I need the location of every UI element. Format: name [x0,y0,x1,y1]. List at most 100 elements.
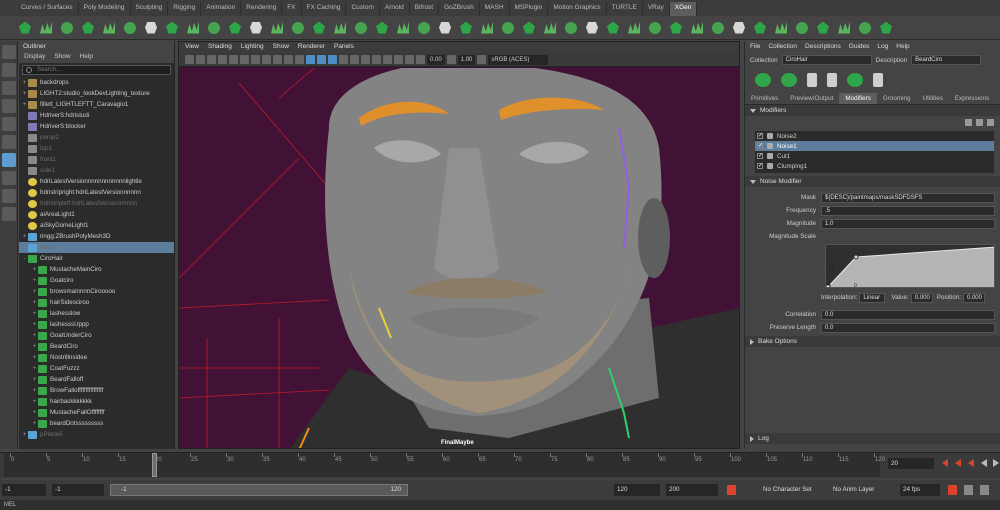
expand-toggle-icon[interactable]: + [31,300,38,306]
current-frame-field[interactable]: 20 [888,458,934,469]
shelf-tab-motion-graphics[interactable]: Motion Graphics [548,2,607,16]
shelf-tab-curves-surfaces[interactable]: Curves / Surfaces [16,2,79,16]
xgen-shelf-tool-icon[interactable] [37,19,55,37]
create-description-icon[interactable] [755,73,771,87]
xgen-shelf-tool-icon[interactable] [688,19,706,37]
outliner-item[interactable]: + hairSidesciroo [19,297,174,308]
bookmark-icon[interactable] [196,55,205,64]
xgen-shelf-tool-icon[interactable] [352,19,370,37]
outliner-item[interactable]: + beardDotsssssssss [19,418,174,429]
shelf-tab-turtle[interactable]: TURTLE [607,2,643,16]
expand-toggle-icon[interactable]: + [31,388,38,394]
xgen-shelf-tool-icon[interactable] [877,19,895,37]
anim-layer-dropdown[interactable]: No Anim Layer [830,484,894,496]
xgen-shelf-tool-icon[interactable] [163,19,181,37]
expand-toggle-icon[interactable]: + [31,344,38,350]
xgen-shelf-tool-icon[interactable] [835,19,853,37]
expand-toggle-icon[interactable]: + [31,355,38,361]
xgen-shelf-tool-icon[interactable] [436,19,454,37]
xgen-shelf-tool-icon[interactable] [247,19,265,37]
outliner-item[interactable]: front1 [19,154,174,165]
play-backwards-icon[interactable] [981,459,987,467]
xgen-shelf-tool-icon[interactable] [205,19,223,37]
expand-toggle-icon[interactable]: + [31,311,38,317]
xgen-shelf-tool-icon[interactable] [58,19,76,37]
colorspace-dropdown[interactable]: sRGB (ACES) [488,54,549,65]
outliner-item[interactable]: + lashesssUppp [19,319,174,330]
modifier-checkbox[interactable]: ✓ [757,143,763,149]
outliner-item[interactable]: + BeardFalloff [19,374,174,385]
move-tool-icon[interactable] [2,99,16,113]
xgen-shelf-tool-icon[interactable] [310,19,328,37]
shadows-icon[interactable] [339,55,348,64]
outliner-item[interactable]: hdriLatestVersionnnnnnnnnnnnlightle [19,176,174,187]
noise-modifier-header[interactable]: Noise Modifier [745,176,1000,187]
outliner-item[interactable]: side1 [19,165,174,176]
xgen-shelf-tool-icon[interactable] [646,19,664,37]
xgen-shelf-tool-icon[interactable] [541,19,559,37]
range-slider-bar[interactable]: -1 120 [110,484,408,496]
play-forwards-icon[interactable] [993,459,999,467]
current-time-marker[interactable] [152,453,158,477]
xgen-shelf-tool-icon[interactable] [520,19,538,37]
outliner-item[interactable]: + MustacheFallOffffffff [19,407,174,418]
preferences-icon[interactable] [980,485,989,495]
outliner-item[interactable]: head [19,242,174,253]
outliner-item[interactable]: - CiroHair [19,253,174,264]
magnitude-field[interactable]: 1.0 [821,218,995,229]
auto-key-icon[interactable] [727,485,736,495]
outliner-item[interactable]: aiAreaLight1 [19,209,174,220]
outliner-item[interactable]: + browsmainnnnCirooooo [19,286,174,297]
outliner-item[interactable]: + lashesslow [19,308,174,319]
lasso-tool-icon[interactable] [2,63,16,77]
move-up-icon[interactable] [976,118,983,126]
layout-outliner-icon[interactable] [2,207,16,221]
xgen-shelf-tool-icon[interactable] [142,19,160,37]
modifier-checkbox[interactable]: ✓ [757,163,763,169]
shelf-tab-bifrost[interactable]: Bifrost [410,2,440,16]
outliner-item[interactable]: + Goatciro [19,275,174,286]
step-back-key-icon[interactable] [955,459,961,467]
gate-mask-icon[interactable] [251,55,260,64]
outliner-item[interactable]: aiSkyDomeLight1 [19,220,174,231]
modifiers-section-header[interactable]: Modifiers [745,105,1000,116]
outliner-item[interactable]: top1 [19,143,174,154]
xgen-shelf-tool-icon[interactable] [16,19,34,37]
outliner-search-input[interactable]: Search... [22,65,171,75]
preserve-length-field[interactable]: 0.0 [821,322,995,333]
sound-icon[interactable] [964,485,973,495]
expand-toggle-icon[interactable]: + [31,377,38,383]
scale-tool-icon[interactable] [2,135,16,149]
shelf-tab-fx-caching[interactable]: FX Caching [302,2,347,16]
xgen-menu-descriptions[interactable]: Descriptions [805,43,841,51]
outliner-item[interactable]: + BeardCiro [19,341,174,352]
shelf-tab-sculpting[interactable]: Sculpting [131,2,169,16]
viewport-menu-lighting[interactable]: Lighting [241,43,264,52]
xray-joints-icon[interactable] [405,55,414,64]
shelf-tab-animation[interactable]: Animation [201,2,242,16]
expand-toggle-icon[interactable]: + [31,289,38,295]
tab-utilities[interactable]: Utilities [917,93,949,104]
xgen-shelf-tool-icon[interactable] [121,19,139,37]
value-field[interactable]: 0.000 [910,292,933,303]
antialiasing-icon[interactable] [361,55,370,64]
xgen-shelf-tool-icon[interactable] [331,19,349,37]
modifier-item[interactable]: ✓ Noise1 [755,141,994,151]
go-to-start-icon[interactable] [942,459,948,467]
textured-icon[interactable] [317,55,326,64]
xgen-shelf-tool-icon[interactable] [583,19,601,37]
description-dropdown[interactable]: BeardCiro [911,55,982,65]
tab-grooming[interactable]: Grooming [877,93,917,104]
expand-toggle-icon[interactable]: + [31,267,38,273]
xgen-shelf-tool-icon[interactable] [667,19,685,37]
outliner-item[interactable]: HdriverS:hdristudi [19,110,174,121]
xray-icon[interactable] [394,55,403,64]
xgen-shelf-tool-icon[interactable] [457,19,475,37]
tab-expressions[interactable]: Expressions [949,93,995,104]
expand-toggle-icon[interactable]: + [21,80,28,86]
outliner-item[interactable]: + Nostrillnsidee [19,352,174,363]
grid-icon[interactable] [218,55,227,64]
image-plane-icon[interactable] [207,55,216,64]
shelf-tab-rigging[interactable]: Rigging [168,2,202,16]
field-chart-icon[interactable] [262,55,271,64]
